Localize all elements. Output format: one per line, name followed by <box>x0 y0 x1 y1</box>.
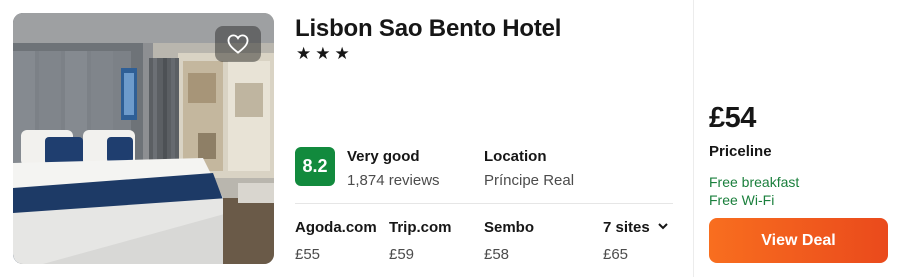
site-name: Agoda.com <box>295 219 377 236</box>
site-price: £58 <box>484 246 510 263</box>
amenity-free-wifi: Free Wi-Fi <box>709 192 775 208</box>
site-price: £59 <box>389 246 415 263</box>
more-sites-dropdown[interactable]: 7 sites £65 <box>603 219 668 263</box>
rating-score-badge: 8.2 <box>295 147 335 186</box>
heart-outline-icon <box>227 34 249 54</box>
hotel-name[interactable]: Lisbon Sao Bento Hotel <box>295 15 561 43</box>
more-sites-label: 7 sites <box>603 219 650 236</box>
rating-label: Very good <box>347 148 420 165</box>
deal-provider: Priceline <box>709 143 772 160</box>
deal-price: £54 <box>709 102 756 134</box>
hotel-result-card[interactable]: Lisbon Sao Bento Hotel ★★★ 8.2 Very good… <box>0 0 905 277</box>
site-price: £55 <box>295 246 321 263</box>
view-deal-button[interactable]: View Deal <box>709 218 888 263</box>
site-price-trip[interactable]: Trip.com £59 <box>389 219 452 263</box>
divider <box>295 203 673 204</box>
favorite-button[interactable] <box>215 26 261 62</box>
site-name: Sembo <box>484 219 535 236</box>
location-label: Location <box>484 148 547 165</box>
amenity-free-breakfast: Free breakfast <box>709 174 800 190</box>
column-divider <box>693 0 694 277</box>
site-price: £65 <box>603 246 629 263</box>
location-value: Príncipe Real <box>484 172 575 189</box>
site-price-agoda[interactable]: Agoda.com £55 <box>295 219 377 263</box>
star-rating: ★★★ <box>296 44 354 63</box>
site-name: Trip.com <box>389 219 452 236</box>
hotel-photo[interactable] <box>13 13 274 264</box>
chevron-down-icon <box>657 223 668 230</box>
review-count: 1,874 reviews <box>347 172 440 189</box>
site-price-sembo[interactable]: Sembo £58 <box>484 219 534 263</box>
